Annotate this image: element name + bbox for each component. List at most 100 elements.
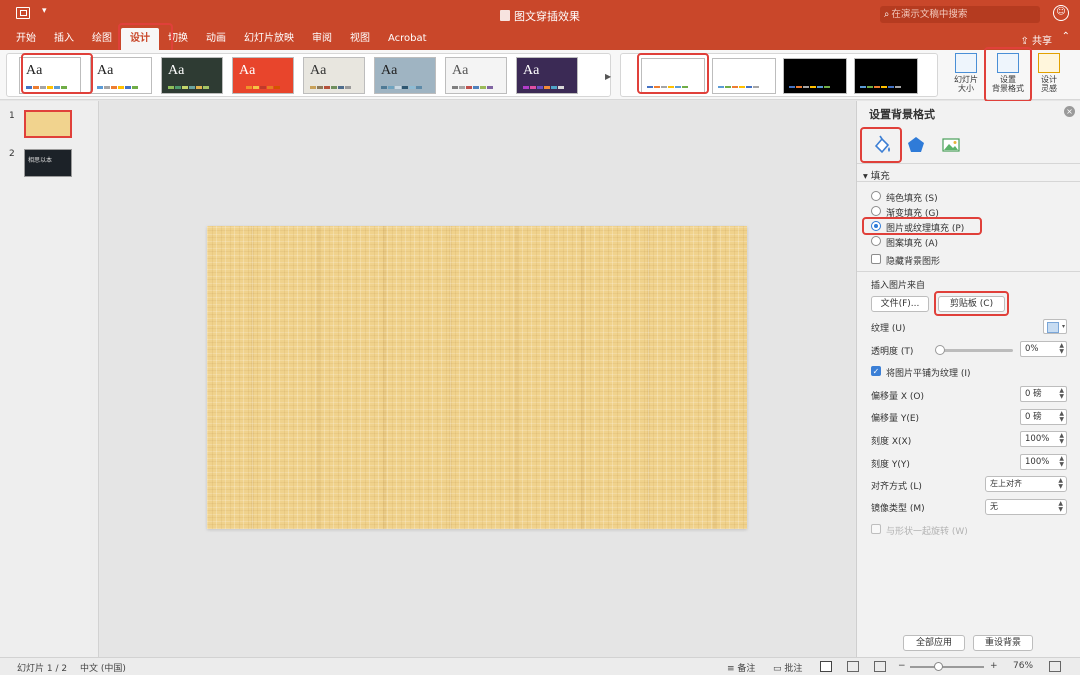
notes-icon: ≡: [727, 664, 738, 674]
spinner-arrows-icon[interactable]: ▲ ▼: [1059, 456, 1064, 468]
format-background-button[interactable]: 设置 背景格式: [986, 52, 1030, 98]
transparency-slider-handle[interactable]: [935, 345, 945, 355]
zoom-out-button[interactable]: −: [898, 661, 906, 671]
transparency-slider-track[interactable]: [939, 349, 1013, 352]
slide-2-number: 2: [9, 149, 15, 159]
alignment-select[interactable]: 左上对齐 ▲ ▼: [985, 476, 1067, 492]
notes-button[interactable]: ≡ 备注: [727, 661, 755, 674]
texture-label: 纹理 (U): [871, 324, 906, 334]
variant-thumbnail[interactable]: [641, 58, 705, 94]
color-swatch: [388, 86, 394, 89]
variant-color-swatches: [860, 86, 901, 88]
ribbon-tab[interactable]: 设计: [121, 28, 159, 50]
clipboard-button[interactable]: 剪贴板 (C): [938, 296, 1005, 312]
theme-color-swatches: [168, 86, 209, 89]
normal-view-icon[interactable]: [820, 661, 832, 672]
slide-thumbnail-2[interactable]: 相思以本: [24, 149, 72, 177]
theme-thumbnail[interactable]: Aa: [161, 57, 223, 94]
mirror-type-select[interactable]: 无 ▲ ▼: [985, 499, 1067, 515]
color-swatch: [33, 86, 39, 89]
scale-y-input[interactable]: 100% ▲ ▼: [1020, 454, 1067, 470]
fill-option-radio[interactable]: [871, 191, 881, 201]
reading-view-icon[interactable]: [874, 661, 886, 672]
theme-thumbnail[interactable]: Aa: [303, 57, 365, 94]
transparency-input[interactable]: 0% ▲ ▼: [1020, 341, 1067, 357]
ribbon-tab[interactable]: 动画: [197, 28, 235, 50]
transparency-label: 透明度 (T): [871, 347, 914, 357]
color-swatch: [473, 86, 479, 89]
picture-icon[interactable]: [940, 134, 962, 156]
color-swatch: [409, 86, 415, 89]
theme-thumbnail[interactable]: Aa: [19, 57, 81, 94]
fill-option-label: 纯色填充 (S): [886, 194, 938, 204]
color-swatch: [647, 86, 653, 88]
collapse-ribbon-icon[interactable]: ⌃: [1062, 31, 1070, 42]
slide-size-label-2: 大小: [958, 84, 974, 93]
spinner-arrows-icon[interactable]: ▲ ▼: [1059, 388, 1064, 400]
ribbon-tab[interactable]: 切换: [159, 28, 197, 50]
fill-option-radio[interactable]: [871, 236, 881, 246]
fill-option-radio[interactable]: [871, 206, 881, 216]
offset-x-value: 0 磅: [1025, 389, 1042, 399]
theme-thumbnail[interactable]: Aa: [232, 57, 294, 94]
slide-sorter-view-icon[interactable]: [847, 661, 859, 672]
ribbon-tab[interactable]: 视图: [341, 28, 379, 50]
zoom-in-button[interactable]: +: [990, 661, 998, 671]
theme-thumbnail[interactable]: Aa: [516, 57, 578, 94]
apply-to-all-button[interactable]: 全部应用: [903, 635, 965, 651]
ribbon-tab[interactable]: 审阅: [303, 28, 341, 50]
file-button[interactable]: 文件(F)...: [871, 296, 929, 312]
color-swatch: [725, 86, 731, 88]
hide-bg-graphics-checkbox[interactable]: [871, 254, 881, 264]
color-swatch: [796, 86, 802, 88]
ribbon-tab[interactable]: Acrobat: [379, 28, 436, 50]
tile-texture-checkbox[interactable]: ✓: [871, 366, 881, 376]
gallery-more-icon[interactable]: ▶: [605, 72, 611, 81]
theme-color-swatches: [381, 86, 422, 89]
slide-counter: 幻灯片 1 / 2: [17, 664, 68, 674]
spinner-arrows-icon[interactable]: ▲ ▼: [1059, 433, 1064, 445]
color-swatch: [416, 86, 422, 89]
ribbon-tab[interactable]: 开始: [0, 28, 45, 50]
zoom-slider-track[interactable]: [910, 666, 984, 668]
offset-x-input[interactable]: 0 磅 ▲ ▼: [1020, 386, 1067, 402]
current-slide[interactable]: [207, 226, 747, 529]
variant-thumbnail[interactable]: [854, 58, 918, 94]
offset-y-value: 0 磅: [1025, 412, 1042, 422]
language-indicator[interactable]: 中文 (中国): [80, 661, 126, 674]
shape-effects-pentagon-icon[interactable]: [905, 134, 927, 156]
color-swatch: [317, 86, 323, 89]
fill-section-header[interactable]: ▾ 填充: [863, 168, 890, 182]
share-button[interactable]: ⇪ 共享: [1020, 32, 1052, 47]
scale-x-input[interactable]: 100% ▲ ▼: [1020, 431, 1067, 447]
ribbon-tab[interactable]: 插入: [45, 28, 83, 50]
comments-button[interactable]: ▭ 批注: [773, 661, 802, 674]
zoom-level[interactable]: 76%: [1013, 661, 1033, 671]
feedback-smiley-icon[interactable]: ☺: [1053, 5, 1069, 21]
ribbon-tab[interactable]: 幻灯片放映: [235, 28, 303, 50]
zoom-slider-handle[interactable]: [934, 662, 943, 671]
reset-background-button[interactable]: 重设背景: [973, 635, 1033, 651]
color-swatch: [338, 86, 344, 89]
spinner-arrows-icon[interactable]: ▲ ▼: [1059, 411, 1064, 423]
theme-thumbnail[interactable]: Aa: [374, 57, 436, 94]
theme-thumbnail[interactable]: Aa: [445, 57, 507, 94]
fit-to-window-icon[interactable]: [1049, 661, 1061, 672]
fill-bucket-icon[interactable]: [871, 134, 893, 156]
slide-thumbnail-1[interactable]: [24, 110, 72, 138]
designer-button[interactable]: 设计 灵感: [1027, 52, 1071, 98]
notes-label: 备注: [737, 664, 756, 674]
rotate-with-shape-checkbox[interactable]: [871, 524, 881, 534]
offset-y-input[interactable]: 0 磅 ▲ ▼: [1020, 409, 1067, 425]
variant-thumbnail[interactable]: [712, 58, 776, 94]
theme-thumbnail[interactable]: Aa: [90, 57, 152, 94]
variant-thumbnail[interactable]: [783, 58, 847, 94]
variant-color-swatches: [647, 86, 688, 88]
texture-picker-button[interactable]: ▾: [1043, 319, 1067, 334]
ribbon-tab[interactable]: 绘图: [83, 28, 121, 50]
pane-close-icon[interactable]: ×: [1064, 106, 1075, 117]
spinner-arrows-icon[interactable]: ▲ ▼: [1059, 343, 1064, 355]
search-input[interactable]: ⌕ 在演示文稿中搜索: [880, 6, 1040, 23]
fill-option-radio[interactable]: [871, 221, 881, 231]
slide-size-button[interactable]: 幻灯片 大小: [944, 52, 988, 98]
